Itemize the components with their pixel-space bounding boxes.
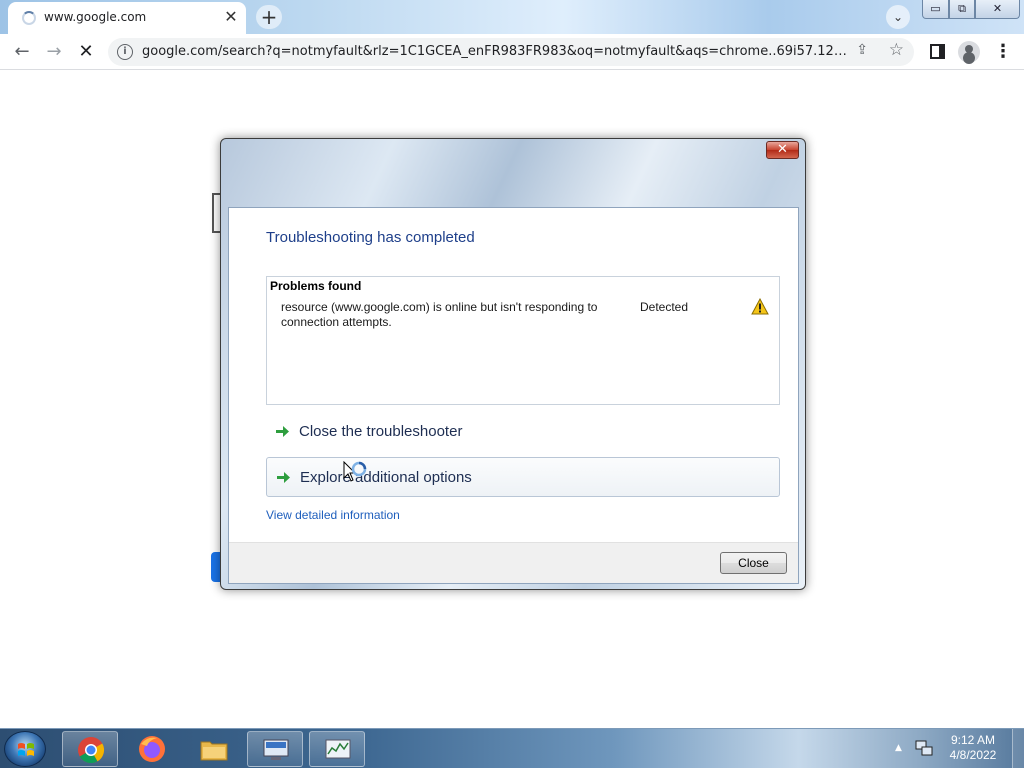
warning-icon — [751, 298, 769, 315]
share-icon[interactable]: ⇪ — [856, 42, 868, 58]
taskbar-firefox[interactable] — [124, 731, 180, 767]
address-bar[interactable]: i google.com/search?q=notmyfault&rlz=1C1… — [108, 38, 914, 66]
windows-taskbar: ▲ 9:12 AM 4/8/2022 — [0, 728, 1024, 768]
tab-title: www.google.com — [44, 10, 147, 24]
clock-time: 9:12 AM — [950, 733, 996, 747]
view-detailed-information-link[interactable]: View detailed information — [266, 508, 400, 522]
windows-logo-icon — [18, 743, 34, 756]
taskbar-chrome[interactable] — [62, 731, 118, 767]
taskbar-network-diagnostics[interactable] — [247, 731, 303, 767]
browser-tab-strip: www.google.com ✕ + ⌄ ▭ ⧉ ✕ — [0, 0, 1024, 34]
network-diagnostics-icon — [263, 739, 289, 760]
green-arrow-icon — [276, 426, 289, 437]
window-controls: ▭ ⧉ ✕ — [922, 0, 1020, 19]
file-explorer-icon — [200, 741, 228, 761]
browser-menu-icon[interactable]: ⋮ — [994, 40, 1012, 64]
green-arrow-icon — [277, 472, 290, 483]
url-text[interactable]: google.com/search?q=notmyfault&rlz=1C1GC… — [142, 44, 848, 59]
profile-avatar-icon[interactable] — [958, 41, 980, 63]
firefox-icon — [139, 736, 165, 762]
window-minimize-button[interactable]: ▭ — [922, 0, 949, 19]
clock-date: 4/8/2022 — [949, 748, 997, 762]
chrome-icon — [78, 737, 105, 764]
taskbar-resource-monitor[interactable] — [309, 731, 365, 767]
back-button[interactable]: ← — [10, 40, 34, 64]
browser-tab[interactable]: www.google.com ✕ — [8, 2, 246, 34]
problem-status: Detected — [640, 300, 689, 314]
dialog-footer: Close — [229, 542, 798, 583]
window-restore-button[interactable]: ⧉ — [949, 0, 975, 19]
problem-description: resource (www.google.com) is online but … — [281, 300, 598, 329]
forward-button[interactable]: → — [42, 40, 66, 64]
tab-search-button[interactable]: ⌄ — [886, 5, 910, 29]
close-button[interactable]: Close — [720, 552, 787, 574]
problems-found-panel: Problems found resource (www.google.com)… — [266, 276, 780, 405]
dialog-close-button[interactable]: ✕ — [766, 141, 799, 159]
system-clock[interactable]: 9:12 AM 4/8/2022 — [940, 733, 1006, 763]
network-tray-icon[interactable] — [915, 739, 933, 757]
window-close-button[interactable]: ✕ — [975, 0, 1020, 19]
dialog-heading: Troubleshooting has completed — [266, 229, 475, 246]
close-troubleshooter-label: Close the troubleshooter — [299, 423, 463, 440]
loading-spinner-icon — [22, 11, 36, 25]
site-info-icon[interactable]: i — [117, 44, 133, 60]
start-button[interactable] — [4, 731, 46, 767]
taskbar-file-explorer[interactable] — [186, 731, 242, 767]
dialog-content: Troubleshooting has completed Problems f… — [228, 207, 799, 584]
explore-additional-options-label: Explore additional options — [300, 469, 472, 486]
troubleshooter-dialog: ✕ Troubleshooting has completed Problems… — [220, 138, 806, 590]
new-tab-button[interactable]: + — [256, 5, 282, 29]
stop-loading-button[interactable]: ✕ — [74, 40, 98, 64]
show-hidden-icons-button[interactable]: ▲ — [895, 743, 902, 753]
resource-monitor-icon — [325, 739, 351, 759]
problems-found-header: Problems found — [270, 279, 362, 293]
busy-cursor-icon — [343, 461, 367, 482]
bookmark-star-icon[interactable]: ☆ — [889, 40, 904, 60]
browser-toolbar: ← → ✕ i google.com/search?q=notmyfault&r… — [0, 34, 1024, 70]
side-panel-icon[interactable] — [930, 44, 945, 59]
tab-close-button[interactable]: ✕ — [222, 8, 240, 26]
show-desktop-button[interactable] — [1012, 729, 1024, 768]
close-troubleshooter-link[interactable]: Close the troubleshooter — [266, 412, 780, 452]
